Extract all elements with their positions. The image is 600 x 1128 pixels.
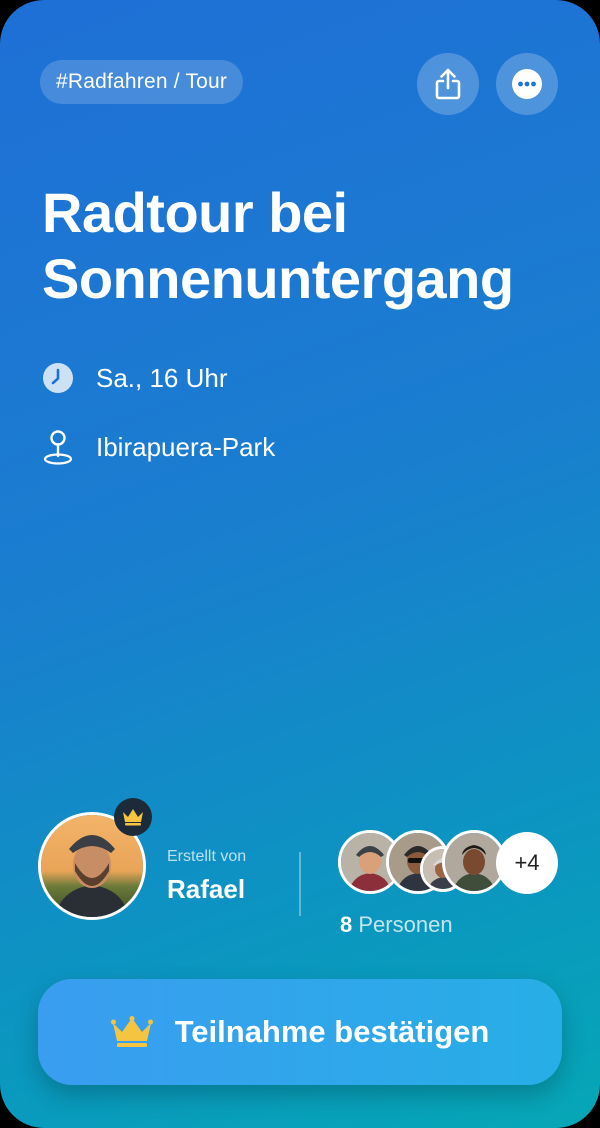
creator-name[interactable]: Rafael (167, 874, 245, 905)
clock-icon (43, 363, 73, 393)
participant-count-number: 8 (340, 912, 353, 937)
event-location-row[interactable]: Ibirapuera-Park (42, 428, 275, 466)
event-title: Radtour bei Sonnenuntergang (42, 180, 582, 312)
share-button[interactable] (417, 53, 479, 115)
event-title-line-1: Radtour bei (42, 181, 348, 244)
event-time-row: Sa., 16 Uhr (42, 362, 228, 394)
category-tag[interactable]: #Radfahren / Tour (40, 60, 244, 104)
more-participants-badge[interactable]: +4 (496, 832, 558, 894)
crown-icon (123, 809, 143, 826)
creator-crown-badge (114, 798, 152, 836)
share-icon (435, 68, 461, 100)
event-title-line-2: Sonnenuntergang (42, 247, 514, 310)
more-icon (512, 69, 542, 99)
participant-count: 8 Personen (340, 912, 453, 938)
crown-icon (110, 1016, 153, 1047)
created-by-label: Erstellt von (167, 848, 247, 865)
event-location: Ibirapuera-Park (96, 431, 276, 462)
event-time: Sa., 16 Uhr (96, 362, 228, 393)
map-pin-icon (43, 430, 73, 465)
participant-count-label: Personen (358, 912, 453, 937)
more-options-button[interactable] (496, 53, 558, 115)
confirm-participation-button[interactable]: Teilnahme bestätigen (38, 979, 562, 1085)
event-card: #Radfahren / Tour Radtour bei Sonnenunte… (0, 0, 600, 1128)
divider (299, 852, 301, 916)
confirm-participation-label: Teilnahme bestätigen (174, 1014, 490, 1049)
